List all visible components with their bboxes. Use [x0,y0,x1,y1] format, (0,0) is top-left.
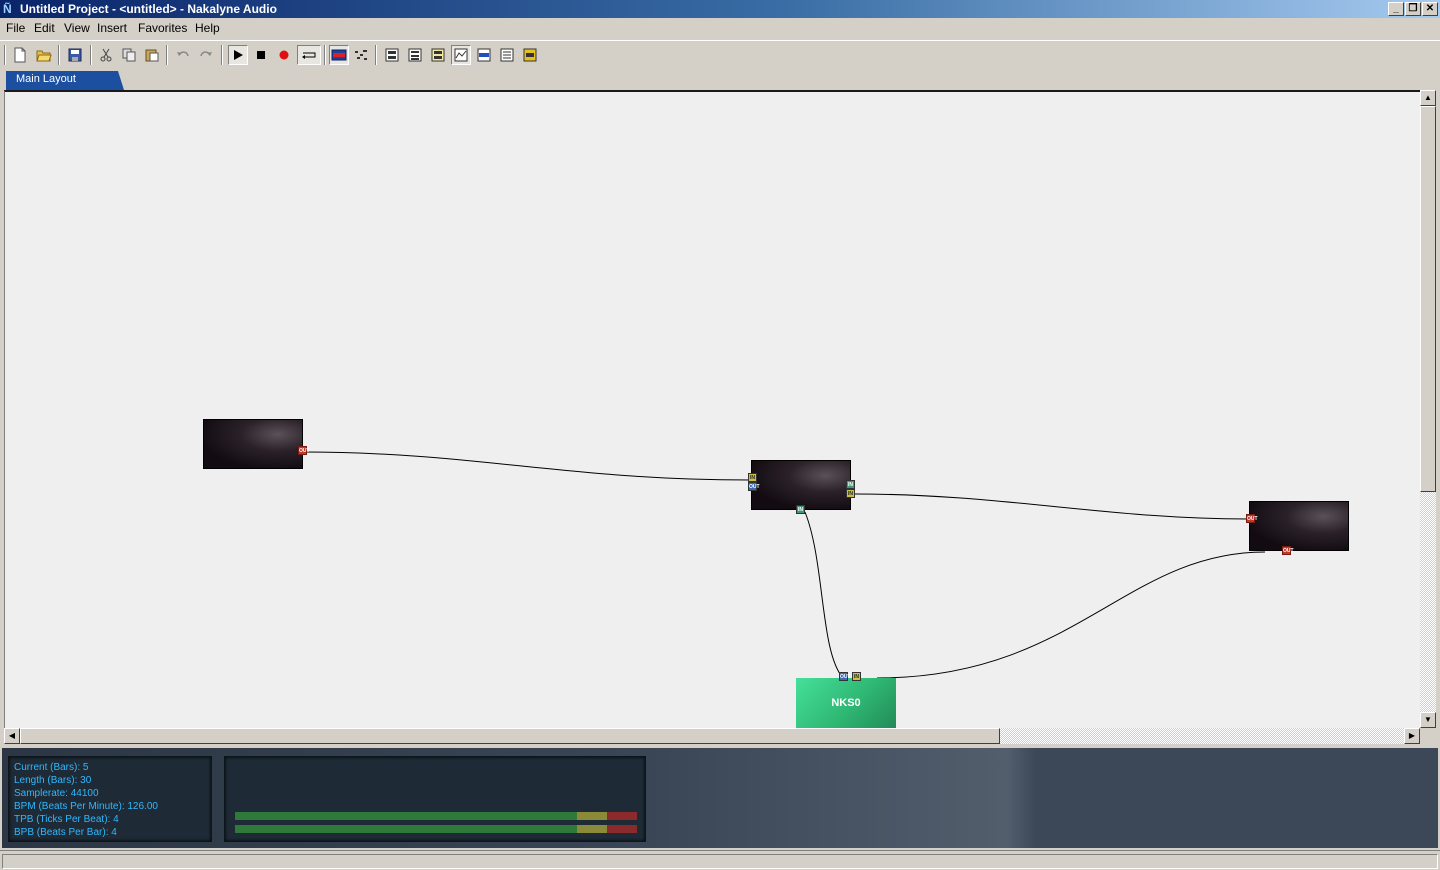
view-3-icon[interactable] [428,45,448,65]
node-2[interactable]: IN OUT IN IN IN [748,460,855,514]
view-2-icon[interactable] [405,45,425,65]
wire-node1-node2 [301,451,751,481]
toolbar-separator [324,45,326,65]
view-7-icon[interactable] [520,45,540,65]
meter-yellow-segment [577,825,607,833]
length-bars: Length (Bars): 30 [14,775,92,786]
piano-roll-icon[interactable] [351,45,371,65]
transport-panel: Current (Bars): 5 Length (Bars): 30 Samp… [2,748,1438,848]
connection-wires [301,451,1266,679]
port-out[interactable]: OUT [1246,514,1258,523]
samplerate: Samplerate: 44100 [14,788,99,799]
meter-green-segment [235,812,577,820]
status-bar [0,850,1440,870]
port-in[interactable]: IN [852,672,861,681]
window-title: Untitled Project - <untitled> - Nakalyne… [20,2,277,16]
redo-icon[interactable] [196,45,216,65]
view-5-icon[interactable] [474,45,494,65]
undo-icon[interactable] [173,45,193,65]
nks0-node[interactable]: NKS0 OUT IN [796,672,896,728]
record-icon[interactable] [274,45,294,65]
level-meter-left [235,812,637,820]
port-out[interactable]: OUT [1282,546,1294,555]
wire-node2-node3 [854,493,1249,520]
vertical-scrollbar[interactable]: ▲ ▼ [1420,90,1436,728]
port-in[interactable]: IN [796,505,805,514]
horizontal-scroll-thumb[interactable] [20,728,1000,744]
node-3[interactable]: OUT OUT [1246,501,1349,555]
view-4-icon[interactable] [451,45,471,65]
port-out[interactable]: OUT [748,482,760,491]
bpm: BPM (Beats Per Minute): 126.00 [14,801,158,812]
scroll-left-button[interactable]: ◀ [4,728,20,744]
toolbar-separator [4,45,6,65]
save-icon[interactable] [65,45,85,65]
scroll-up-button[interactable]: ▲ [1420,90,1436,106]
toolbar-separator [58,45,60,65]
menu-insert[interactable]: Insert [97,21,127,35]
horizontal-scrollbar[interactable]: ◀ ▶ [4,728,1420,744]
menu-file[interactable]: File [6,21,25,35]
port-in[interactable]: IN [748,473,757,482]
toolbar-separator [166,45,168,65]
nks0-label: NKS0 [831,697,861,709]
project-info-panel: Current (Bars): 5 Length (Bars): 30 Samp… [8,756,212,842]
paste-icon[interactable] [142,45,162,65]
meter-yellow-segment [577,812,607,820]
tpb: TPB (Ticks Per Beat): 4 [14,814,119,825]
port-out[interactable]: OUT [839,672,851,681]
view-6-icon[interactable] [497,45,517,65]
level-meters [224,756,646,842]
stop-icon[interactable] [251,45,271,65]
toolbar-separator [221,45,223,65]
new-file-icon[interactable] [10,45,30,65]
scroll-right-button[interactable]: ▶ [1404,728,1420,744]
meter-red-segment [607,825,637,833]
port-in[interactable]: IN [846,489,855,498]
title-bar: Ñ Untitled Project - <untitled> - Nakaly… [0,0,1440,18]
menu-view[interactable]: View [64,21,90,35]
wire-node3-nks0 [876,551,1266,679]
copy-icon[interactable] [119,45,139,65]
toolbar [0,40,1440,68]
menu-favorites[interactable]: Favorites [138,21,187,35]
app-icon: Ñ [3,2,12,16]
vertical-scroll-thumb[interactable] [1420,106,1436,492]
loop-icon[interactable] [297,45,321,65]
node-1[interactable]: OUT [203,419,310,469]
close-button[interactable]: ✕ [1422,2,1438,16]
layout-canvas[interactable]: OUT IN OUT IN IN IN OUT OUT NKS0 OUT IN [4,90,1422,728]
status-pane [2,854,1438,869]
cut-icon[interactable] [96,45,116,65]
port-out[interactable]: OUT [298,446,310,455]
meter-red-segment [607,812,637,820]
toolbar-separator [90,45,92,65]
open-folder-icon[interactable] [34,45,54,65]
toolbar-separator [375,45,377,65]
port-in[interactable]: IN [846,480,855,489]
menu-edit[interactable]: Edit [34,21,55,35]
scroll-down-button[interactable]: ▼ [1420,712,1436,728]
restore-button[interactable]: ❐ [1405,2,1421,16]
mixer-icon[interactable] [329,45,349,65]
meter-green-segment [235,825,577,833]
tab-main-layout[interactable]: Main Layout [6,71,124,90]
wire-node2-nks0 [804,511,844,679]
menu-help[interactable]: Help [195,21,220,35]
view-1-icon[interactable] [382,45,402,65]
menu-bar: File Edit View Insert Favorites Help [0,18,1440,38]
current-bars: Current (Bars): 5 [14,762,89,773]
bpb: BPB (Beats Per Bar): 4 [14,827,117,838]
level-meter-right [235,825,637,833]
tab-strip: Main Layout [0,69,1440,90]
play-icon[interactable] [228,45,248,65]
minimize-button[interactable]: _ [1388,2,1404,16]
